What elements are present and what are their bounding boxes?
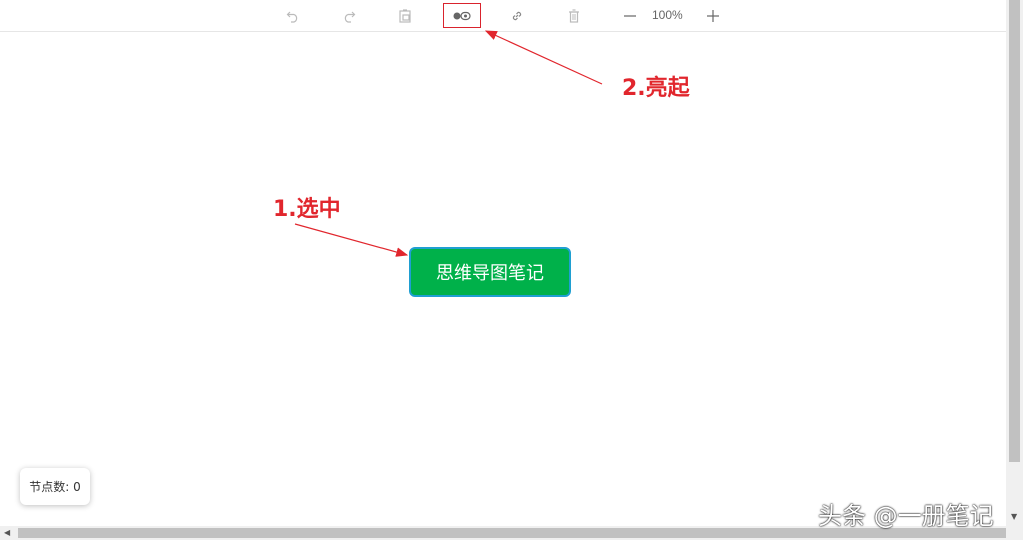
redo-icon [344, 11, 356, 23]
node-count-badge: 节点数: 0 [20, 468, 90, 505]
redo-button[interactable] [338, 5, 360, 27]
watermark: 头条 @一册笔记 [818, 502, 994, 530]
link-button[interactable] [506, 5, 528, 27]
zoom-level: 100% [652, 8, 683, 22]
root-node[interactable]: 思维导图笔记 [409, 247, 571, 297]
annotation-step2: 2.亮起 [622, 76, 690, 101]
scroll-left-arrow-icon[interactable]: ◀ [4, 528, 10, 537]
paste-icon [399, 9, 411, 23]
zoom-in-button[interactable] [702, 5, 724, 27]
toolbar: 100% [0, 0, 1006, 32]
paste-button[interactable] [394, 5, 416, 27]
zoom-out-button[interactable] [619, 5, 641, 27]
vertical-scroll-thumb[interactable] [1009, 0, 1020, 462]
scroll-down-arrow-icon[interactable]: ▼ [1011, 512, 1017, 521]
minus-icon [624, 15, 636, 17]
vertical-scrollbar[interactable]: ▼ [1006, 0, 1023, 526]
toggle-highlight-box [443, 3, 481, 28]
undo-button[interactable] [282, 5, 304, 27]
delete-icon [569, 9, 579, 23]
link-icon [512, 11, 522, 21]
delete-button[interactable] [563, 5, 585, 27]
undo-icon [286, 11, 298, 23]
annotation-step1: 1.选中 [273, 197, 341, 222]
plus-icon [707, 10, 719, 22]
